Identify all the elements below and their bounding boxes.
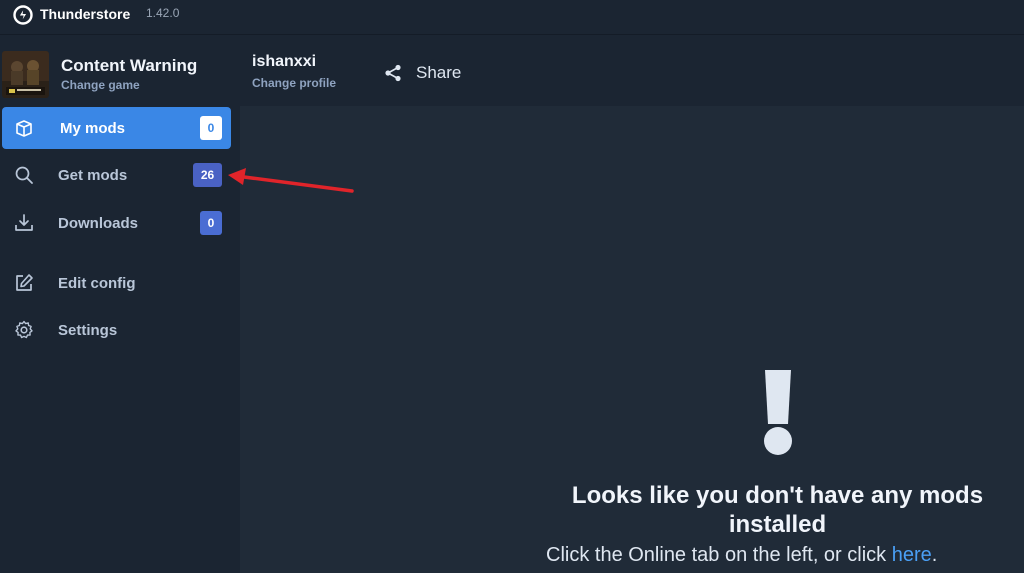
here-link[interactable]: here [892,544,932,566]
empty-state-subtitle-text: Click the Online tab on the left, or cli… [546,544,892,566]
app-version: 1.42.0 [146,6,180,20]
game-thumbnail[interactable] [2,51,49,98]
title-bar: Thunderstore 1.42.0 [0,0,1024,35]
sidebar-item-my-mods[interactable]: My mods 0 [2,107,231,149]
sidebar-item-label: Settings [58,321,118,339]
sidebar: Content Warning Change game My mods 0 Ge… [0,35,240,573]
sidebar-item-downloads[interactable]: Downloads 0 [2,202,231,244]
gear-icon [15,320,33,339]
downloads-count-badge: 0 [200,211,222,235]
sidebar-item-settings[interactable]: Settings [2,309,231,351]
change-profile-link[interactable]: Change profile [252,76,336,90]
app-name: Thunderstore [40,6,131,22]
empty-state-subtitle: Click the Online tab on the left, or cli… [546,544,937,567]
sidebar-item-get-mods[interactable]: Get mods 26 [2,154,231,196]
search-icon [15,166,33,184]
profile-name: ishanxxi [252,53,317,70]
my-mods-count-badge: 0 [200,116,222,140]
download-icon [15,214,33,231]
sidebar-item-label: Edit config [58,274,136,292]
sidebar-item-label: Downloads [58,214,139,232]
empty-state-title: Looks like you don't have any mods insta… [571,482,984,538]
sidebar-item-label: My mods [60,119,126,137]
get-mods-count-badge: 26 [193,163,222,187]
edit-icon [16,274,33,291]
thunderstore-logo-icon [13,5,33,25]
box-icon [16,120,32,137]
sidebar-item-label: Get mods [58,166,128,184]
share-icon [385,64,401,82]
share-button[interactable]: Share [384,60,461,86]
exclamation-icon [764,370,792,455]
empty-state-subtitle-end: . [931,544,938,566]
annotation-arrow [228,168,354,193]
change-game-link[interactable]: Change game [61,78,140,92]
game-name: Content Warning [61,56,198,75]
sidebar-item-edit-config[interactable]: Edit config [2,262,231,304]
share-label: Share [416,63,462,82]
